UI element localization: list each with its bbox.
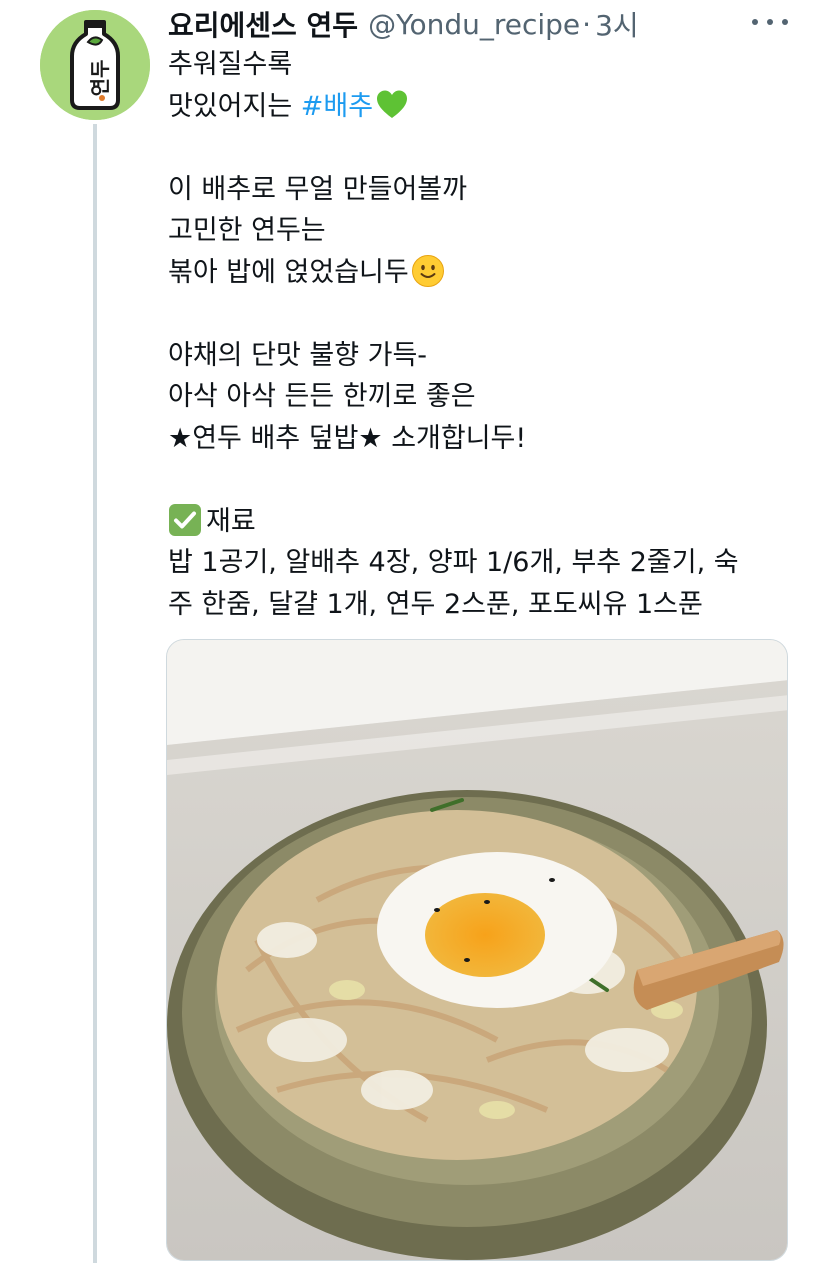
user-handle[interactable]: @Yondu_recipe [368,8,580,41]
thread-line [93,124,97,1263]
display-name[interactable]: 요리에센스 연두 [168,4,358,44]
text-line: 추워질수록 [168,49,293,80]
text-line: 볶아 밥에 얹었습니두 [168,252,808,294]
yondu-bottle-logo: 연두 [40,10,150,120]
text-segment: 볶아 밥에 얹었습니두 [168,256,409,288]
tweet-text: 추워질수록 맛있어지는 #배추 이 배추로 무얼 만들어볼까 고민한 연두는 볶… [168,44,808,625]
text-line: 재료 [168,501,808,543]
text-line: 아삭 아삭 든든 한끼로 좋은 [168,381,476,412]
timestamp[interactable]: 3시 [595,4,639,44]
text-line: 주 한줌, 달걀 1개, 연두 2스푼, 포도씨유 1스푼 [168,588,703,620]
separator-dot: · [582,7,592,41]
avatar-text: 연두 [88,60,112,97]
text-line: ★연두 배추 덮밥★ 소개합니두! [168,422,527,454]
slightly-smiling-face-icon [411,254,445,288]
cabbage-rice-bowl-photo [167,640,787,1260]
hashtag-link[interactable]: #배추 [301,91,373,122]
text-line: 맛있어지는 #배추 [168,86,808,128]
text-line: 이 배추로 무얼 만들어볼까 [168,173,467,205]
text-line: 밥 1공기, 알배추 4장, 양파 1/6개, 부추 2줄기, 숙 [168,547,739,578]
text-segment: 맛있어지는 [168,90,301,122]
text-segment: 재료 [206,505,256,537]
text-line: 야채의 단맛 불향 가득- [168,339,428,371]
avatar[interactable]: 연두 [40,10,150,120]
green-heart-icon [375,88,409,122]
check-mark-button-icon [168,503,202,537]
tweet-photo[interactable] [166,639,788,1261]
tweet-header: 요리에센스 연두 @Yondu_recipe · 3시 [168,4,639,44]
text-line: 고민한 연두는 [168,215,326,246]
tweet[interactable]: 연두 요리에센스 연두 @Yondu_recipe · 3시 추워질수록 맛있어… [0,0,828,1263]
more-options-icon[interactable] [752,10,788,34]
